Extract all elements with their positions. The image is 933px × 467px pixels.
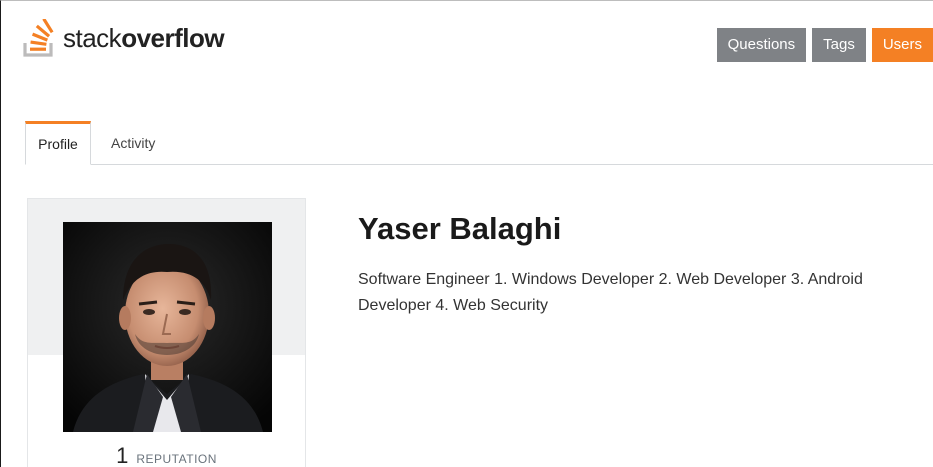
- user-name: Yaser Balaghi: [358, 211, 562, 246]
- reputation: 1 REPUTATION: [28, 443, 305, 467]
- tab-profile[interactable]: Profile: [25, 121, 91, 165]
- profile-tabs: Profile Activity: [25, 121, 933, 165]
- nav-questions-button[interactable]: Questions: [716, 28, 807, 62]
- reputation-label: REPUTATION: [136, 452, 217, 466]
- logo-wordmark: stackoverflow: [63, 23, 225, 53]
- tab-activity[interactable]: Activity: [111, 121, 155, 165]
- logo-link[interactable]: stackoverflow: [23, 19, 225, 57]
- avatar-card: 1 REPUTATION: [27, 198, 306, 467]
- nav-users-button[interactable]: Users: [871, 28, 933, 62]
- profile-page: stackoverflow Questions Tags Users Profi…: [0, 0, 933, 467]
- user-bio: Software Engineer 1. Windows Developer 2…: [358, 271, 863, 314]
- top-navigation: Questions Tags Users: [716, 28, 933, 62]
- nav-tags-button[interactable]: Tags: [812, 28, 866, 62]
- reputation-count: 1: [116, 443, 129, 467]
- logo-text-stack: stack: [63, 23, 122, 53]
- stackoverflow-logo-icon: [23, 19, 54, 57]
- avatar[interactable]: [63, 222, 272, 432]
- logo-text-overflow: overflow: [121, 23, 225, 53]
